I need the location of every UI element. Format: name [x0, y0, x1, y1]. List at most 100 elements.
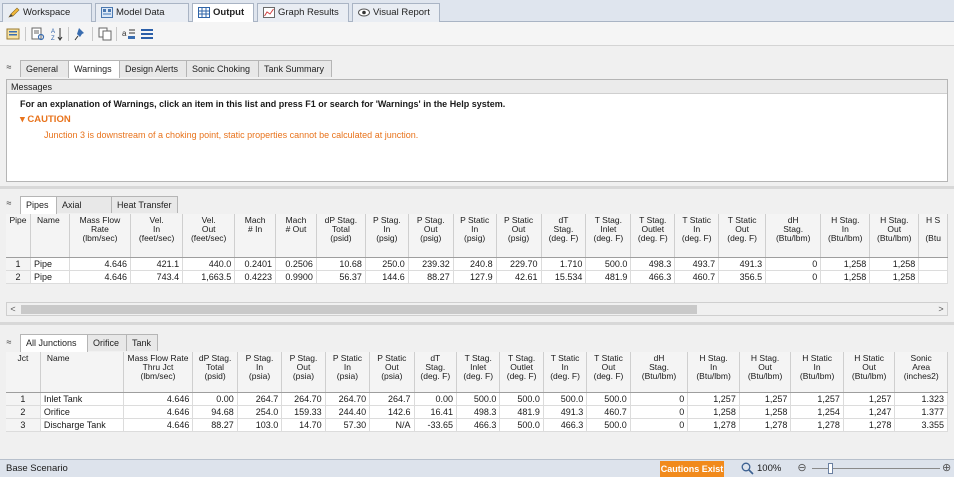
table-cell[interactable]: 4.646 — [123, 392, 194, 406]
table-cell[interactable]: 0 — [630, 418, 689, 432]
table-cell[interactable]: 1,278 — [843, 418, 896, 432]
junction-col-header[interactable]: Name — [40, 352, 124, 393]
table-cell[interactable]: 500.0 — [499, 392, 544, 406]
table-cell[interactable]: 500.0 — [586, 418, 631, 432]
junction-col-header[interactable]: H Static In (Btu/lbm) — [790, 352, 844, 393]
table-cell[interactable]: Pipe — [30, 257, 70, 271]
table-cell[interactable]: 498.3 — [630, 257, 676, 271]
table-cell[interactable]: 1,278 — [687, 418, 740, 432]
table-cell[interactable]: 1,258 — [869, 257, 920, 271]
tab-orifice[interactable]: Orifice — [87, 334, 127, 351]
pipe-col-header[interactable]: Vel. In (feet/sec) — [130, 214, 184, 258]
zoom-icon[interactable] — [741, 462, 754, 475]
table-cell[interactable]: 159.33 — [281, 405, 326, 419]
table-cell[interactable]: 421.1 — [130, 257, 184, 271]
table-cell[interactable]: 466.3 — [630, 270, 676, 284]
table-cell[interactable]: 94.68 — [192, 405, 238, 419]
table-cell[interactable]: 0.2401 — [234, 257, 277, 271]
table-cell[interactable]: 500.0 — [543, 392, 588, 406]
table-cell[interactable] — [918, 257, 948, 271]
table-cell[interactable]: 88.27 — [408, 270, 454, 284]
pipe-col-header[interactable]: H Stag. In (Btu/lbm) — [820, 214, 871, 258]
copy-icon[interactable] — [98, 27, 112, 41]
panel-splitter[interactable] — [0, 186, 954, 189]
table-cell[interactable]: 500.0 — [499, 418, 544, 432]
table-cell[interactable]: Inlet Tank — [40, 392, 124, 406]
table-cell[interactable]: 1,257 — [790, 392, 844, 406]
table-cell[interactable]: 1.377 — [894, 405, 948, 419]
table-cell[interactable]: 3.355 — [894, 418, 948, 432]
table-cell[interactable]: 1,254 — [790, 405, 844, 419]
table-cell[interactable]: 0.9900 — [275, 270, 317, 284]
table-cell[interactable]: 264.70 — [281, 392, 326, 406]
table-cell[interactable]: 1,247 — [843, 405, 896, 419]
row-number[interactable]: 2 — [6, 270, 31, 284]
table-cell[interactable]: 1.710 — [541, 257, 587, 271]
junction-col-header[interactable]: dH Stag. (Btu/lbm) — [630, 352, 689, 393]
table-cell[interactable]: 15.534 — [541, 270, 587, 284]
table-cell[interactable]: 460.7 — [586, 405, 631, 419]
table-cell[interactable]: 1,257 — [843, 392, 896, 406]
scroll-right-icon[interactable]: > — [935, 303, 947, 315]
pipe-col-header[interactable]: H Stag. Out (Btu/lbm) — [869, 214, 920, 258]
tab-heat-transfer[interactable]: Heat Transfer — [111, 196, 178, 213]
table-cell[interactable]: 4.646 — [69, 270, 132, 284]
cautions-exist-button[interactable]: Cautions Exist — [660, 461, 724, 477]
tab-tank[interactable]: Tank — [126, 334, 158, 351]
table-cell[interactable]: 466.3 — [456, 418, 501, 432]
table-cell[interactable]: 743.4 — [130, 270, 184, 284]
pipe-col-header[interactable]: Mach # Out — [275, 214, 317, 258]
table-cell[interactable]: 0.4223 — [234, 270, 277, 284]
table-cell[interactable]: 1,258 — [739, 405, 792, 419]
table-cell[interactable]: 254.0 — [237, 405, 283, 419]
row-number[interactable]: 1 — [6, 257, 31, 271]
junction-col-header[interactable]: T Stag. Inlet (deg. F) — [456, 352, 501, 393]
junction-col-header[interactable]: P Static In (psia) — [325, 352, 371, 393]
list-view-icon[interactable] — [140, 27, 154, 41]
table-cell[interactable]: 481.9 — [585, 270, 632, 284]
table-row[interactable]: 2 Pipe 4.646 743.4 1,663.5 0.4223 0.9900 56.37 1… — [6, 270, 948, 284]
pipe-col-header[interactable]: Mach # In — [234, 214, 277, 258]
scrollbar-thumb[interactable] — [21, 305, 697, 314]
pipe-col-header[interactable]: dP Stag. Total (psid) — [316, 214, 366, 258]
table-cell[interactable]: 491.3 — [718, 257, 767, 271]
table-cell[interactable]: 144.6 — [365, 270, 409, 284]
table-row[interactable]: 2 Orifice 4.646 94.68 254.0 159.33 244.40 142.6… — [6, 405, 948, 419]
junction-col-header[interactable]: Sonic Area (inches2) — [894, 352, 948, 393]
table-cell[interactable]: 1,278 — [739, 418, 792, 432]
table-cell[interactable]: 14.70 — [281, 418, 326, 432]
table-cell[interactable]: 466.3 — [543, 418, 588, 432]
table-cell[interactable] — [918, 270, 948, 284]
table-cell[interactable]: 356.5 — [718, 270, 767, 284]
table-cell[interactable]: 229.70 — [496, 257, 542, 271]
table-cell[interactable]: 4.646 — [123, 405, 194, 419]
zoom-slider-thumb[interactable] — [828, 463, 833, 474]
sort-az-icon[interactable]: A Z — [50, 27, 64, 41]
table-cell[interactable]: 491.3 — [543, 405, 588, 419]
table-cell[interactable]: 1,258 — [820, 257, 871, 271]
tab-tank-summary[interactable]: Tank Summary — [258, 60, 332, 77]
panel-splitter[interactable] — [0, 322, 954, 325]
pipe-col-header[interactable]: T Stag. Outlet (deg. F) — [630, 214, 676, 258]
table-cell[interactable]: 1,258 — [869, 270, 920, 284]
junction-col-header[interactable]: T Static In (deg. F) — [543, 352, 588, 393]
pipe-col-header[interactable]: Mass Flow Rate (lbm/sec) — [69, 214, 132, 258]
table-cell[interactable]: -33.65 — [414, 418, 457, 432]
pipe-col-header[interactable]: Name — [30, 214, 70, 258]
output-control-icon[interactable] — [6, 27, 20, 41]
caution-group[interactable]: ▾ CAUTION — [20, 114, 71, 125]
pipe-col-header[interactable]: dH Stag. (Btu/lbm) — [765, 214, 822, 258]
junction-col-header[interactable]: P Stag. In (psia) — [237, 352, 283, 393]
find-replace-icon[interactable]: a — [122, 27, 136, 41]
pipe-col-header[interactable]: Pipe — [6, 214, 31, 258]
tab-pipes[interactable]: Pipes — [20, 196, 57, 214]
tab-design-alerts[interactable]: Design Alerts — [119, 60, 187, 77]
table-cell[interactable]: 0 — [765, 270, 822, 284]
table-cell[interactable]: 1,258 — [687, 405, 740, 419]
pipe-col-header[interactable]: P Stag. In (psig) — [365, 214, 409, 258]
table-cell[interactable]: 264.7 — [237, 392, 283, 406]
junction-col-header[interactable]: T Static Out (deg. F) — [586, 352, 631, 393]
junction-col-header[interactable]: P Stag. Out (psia) — [281, 352, 326, 393]
collapse-pipes-icon[interactable]: ≈ — [3, 197, 15, 209]
row-number[interactable]: 2 — [6, 405, 41, 419]
